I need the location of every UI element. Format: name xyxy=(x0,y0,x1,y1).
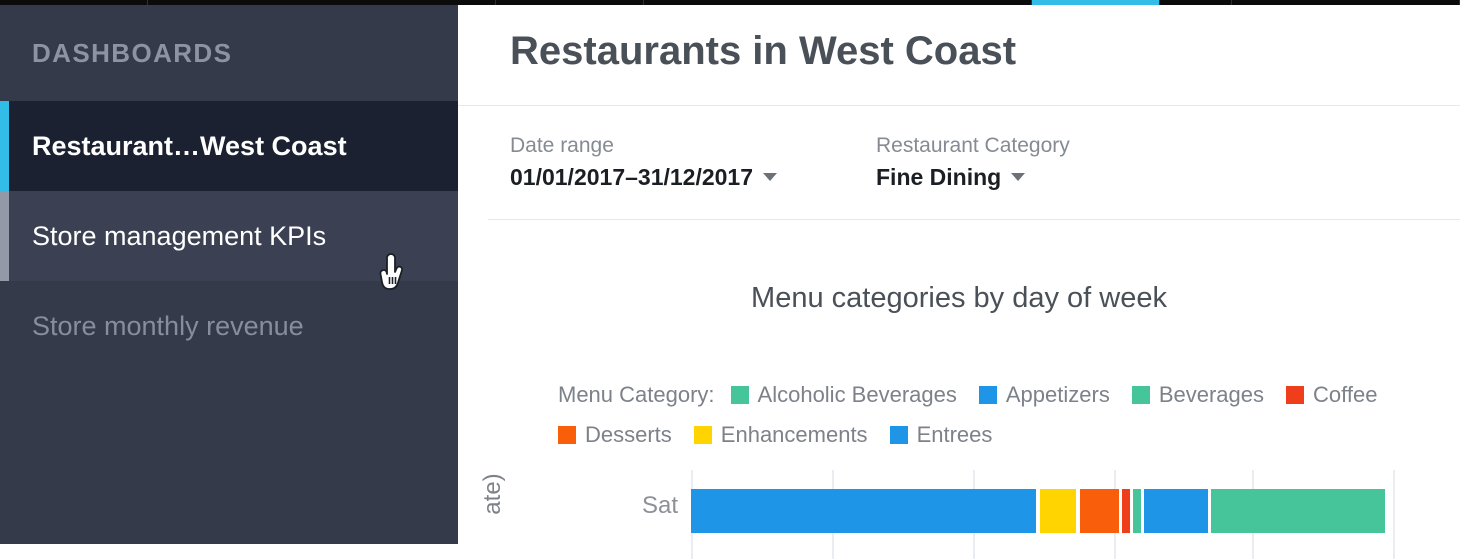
filter-control[interactable]: Fine Dining xyxy=(876,164,1070,191)
y-axis-tick-sat: Sat xyxy=(641,492,678,519)
legend-swatch-icon xyxy=(1286,386,1305,404)
legend-label: Alcoholic Beverages xyxy=(757,382,957,407)
legend-swatch-icon xyxy=(693,426,712,444)
bar-segment-coffee[interactable] xyxy=(1122,489,1130,533)
filter-value: Fine Dining xyxy=(876,164,1002,190)
bar-segment-enhancements[interactable] xyxy=(1040,489,1076,533)
chart-title: Menu categories by day of week xyxy=(751,282,1167,314)
chart-legend: Menu Category: Alcoholic Beverages Appeti… xyxy=(558,375,1458,455)
legend-label: Desserts xyxy=(585,422,672,447)
sidebar: DASHBOARDS Restaurant…West Coast Store m… xyxy=(0,5,458,544)
filter-bar: Date range 01/01/2017–31/12/2017 Restaur… xyxy=(458,106,1460,220)
sidebar-heading: DASHBOARDS xyxy=(32,38,233,68)
hover-accent-bar xyxy=(0,191,9,281)
chart-plot-area: ate) Sat xyxy=(458,470,1460,559)
chart-panel: Menu categories by day of week Menu Cate… xyxy=(458,220,1460,559)
bar-segment-appetizers[interactable] xyxy=(691,489,1036,533)
sidebar-item-store-monthly-revenue[interactable]: Store monthly revenue xyxy=(0,281,458,371)
page-title: Restaurants in West Coast xyxy=(510,29,1017,73)
chevron-down-icon[interactable] xyxy=(763,173,778,182)
legend-swatch-icon xyxy=(730,386,749,404)
legend-label: Beverages xyxy=(1158,382,1265,407)
active-accent-bar xyxy=(0,101,9,191)
legend-row-2: Desserts Enhancements Entrees xyxy=(558,415,1458,455)
main-content: Restaurants in West Coast Date range 01/… xyxy=(458,5,1460,559)
legend-row-1: Menu Category: Alcoholic Beverages Appeti… xyxy=(558,375,1458,415)
bar-segment-beverages[interactable] xyxy=(1211,489,1385,533)
bar-segment-desserts[interactable] xyxy=(1080,489,1119,533)
legend-swatch-icon xyxy=(889,426,908,444)
sidebar-item-restaurants-west-coast[interactable]: Restaurant…West Coast xyxy=(0,101,458,191)
legend-item-alcoholic-beverages[interactable]: Alcoholic Beverages xyxy=(730,382,957,408)
accent-bar xyxy=(0,281,9,371)
filter-restaurant-category[interactable]: Restaurant Category Fine Dining xyxy=(876,133,1070,191)
legend-label: Entrees xyxy=(916,422,993,447)
bar-segment-alcoholic-beverages[interactable] xyxy=(1133,489,1141,533)
app-root: DASHBOARDS Restaurant…West Coast Store m… xyxy=(0,5,1460,559)
legend-item-enhancements[interactable]: Enhancements xyxy=(693,422,868,448)
sidebar-item-store-management-kpis[interactable]: Store management KPIs xyxy=(0,191,458,281)
gridline-5 xyxy=(1393,470,1395,559)
legend-label: Enhancements xyxy=(720,422,868,447)
sidebar-item-label: Store management KPIs xyxy=(32,220,327,251)
filter-label: Restaurant Category xyxy=(876,134,1070,157)
filter-label: Date range xyxy=(510,134,614,157)
legend-item-entrees[interactable]: Entrees xyxy=(889,422,993,448)
legend-swatch-icon xyxy=(978,386,997,404)
sidebar-item-label: Store monthly revenue xyxy=(32,310,304,341)
legend-item-appetizers[interactable]: Appetizers xyxy=(978,382,1110,408)
legend-label: Coffee xyxy=(1313,382,1378,407)
legend-item-desserts[interactable]: Desserts xyxy=(558,422,672,448)
chevron-down-icon[interactable] xyxy=(1011,173,1026,182)
sidebar-header: DASHBOARDS xyxy=(0,5,458,101)
legend-item-beverages[interactable]: Beverages xyxy=(1131,382,1265,408)
legend-item-coffee[interactable]: Coffee xyxy=(1286,382,1377,408)
filter-value: 01/01/2017–31/12/2017 xyxy=(510,164,754,190)
legend-label: Appetizers xyxy=(1005,382,1110,407)
legend-prefix: Menu Category: xyxy=(558,382,715,407)
sidebar-nav: Restaurant…West Coast Store management K… xyxy=(0,101,458,371)
bar-segment-entrees[interactable] xyxy=(1144,489,1208,533)
filter-control[interactable]: 01/01/2017–31/12/2017 xyxy=(510,164,778,191)
stacked-bar-sat[interactable] xyxy=(691,489,1385,533)
y-axis-label: ate) xyxy=(479,473,506,515)
sidebar-item-label: Restaurant…West Coast xyxy=(32,130,347,161)
filter-date-range[interactable]: Date range 01/01/2017–31/12/2017 xyxy=(510,133,778,191)
legend-swatch-icon xyxy=(1131,386,1150,404)
legend-swatch-icon xyxy=(558,426,576,444)
